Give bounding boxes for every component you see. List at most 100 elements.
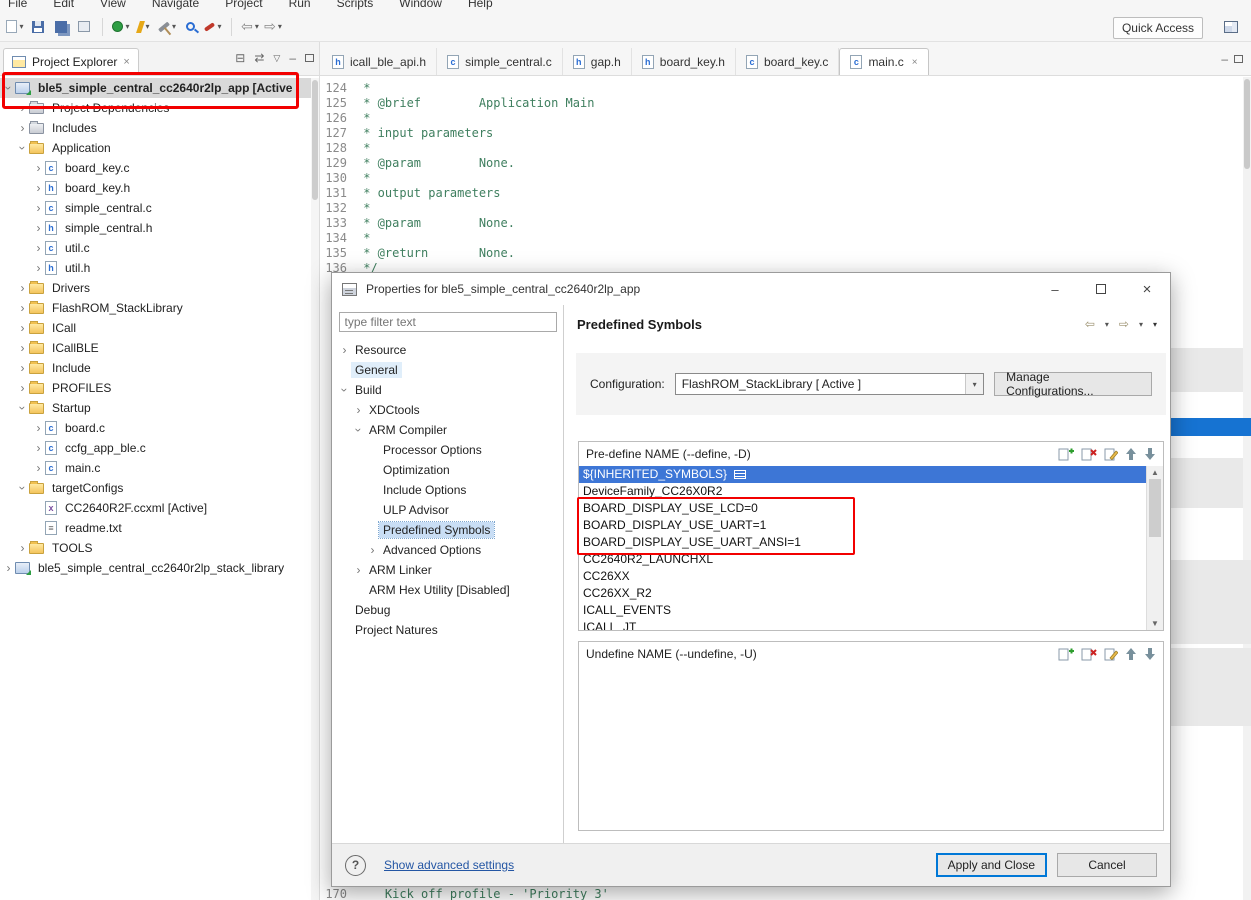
list-item[interactable]: BOARD_DISPLAY_USE_UART_ANSI=1 (579, 534, 1146, 551)
collapse-all-icon[interactable]: ⊟ (235, 51, 245, 65)
build-button[interactable]: ▾ (157, 16, 177, 38)
props-item-advanced-options[interactable]: ›Advanced Options (332, 540, 563, 560)
dropdown-icon[interactable]: ▾ (217, 22, 221, 31)
filter-input[interactable] (339, 312, 557, 332)
back-button[interactable]: ⇦▾ (240, 16, 260, 38)
scrollbar-thumb[interactable] (1244, 79, 1250, 169)
close-icon[interactable]: × (123, 56, 129, 68)
tree-item-drivers[interactable]: ›Drivers (0, 278, 319, 298)
save-all-button[interactable] (51, 16, 71, 38)
view-menu-icon[interactable]: ▽ (273, 53, 280, 64)
tab-project-explorer[interactable]: Project Explorer × (3, 48, 139, 75)
list-item[interactable]: BOARD_DISPLAY_USE_UART=1 (579, 517, 1146, 534)
tree-item-include[interactable]: ›Include (0, 358, 319, 378)
chevron-collapsed-icon[interactable]: › (32, 222, 45, 234)
manage-configurations-button[interactable]: Manage Configurations... (994, 372, 1152, 396)
tree-item-stack-library-project[interactable]: ›ble5_simple_central_cc2640r2lp_stack_li… (0, 558, 319, 578)
tree-item-project-dependencies[interactable]: ›Project Dependencies (0, 98, 319, 118)
chevron-collapsed-icon[interactable]: › (32, 162, 45, 174)
apply-and-close-button[interactable]: Apply and Close (936, 853, 1047, 877)
scrollbar-thumb[interactable] (312, 80, 318, 200)
chevron-collapsed-icon[interactable]: › (32, 442, 45, 454)
menu-window[interactable]: Window (399, 0, 442, 10)
predefine-list[interactable]: ${INHERITED_SYMBOLS} DeviceFamily_CC26X0… (579, 466, 1146, 630)
tree-item-application[interactable]: ›Application (0, 138, 319, 158)
analyze-button[interactable]: ▾ (203, 16, 223, 38)
menu-navigate[interactable]: Navigate (152, 0, 199, 10)
close-button[interactable]: × (1124, 273, 1170, 305)
chevron-collapsed-icon[interactable]: › (16, 322, 29, 334)
tree-item-ccfg-app-ble-c[interactable]: ›ccfg_app_ble.c (0, 438, 319, 458)
move-up-icon[interactable] (1125, 647, 1137, 661)
tree-item-main-c[interactable]: ›main.c (0, 458, 319, 478)
menu-edit[interactable]: Edit (53, 0, 74, 10)
props-item-arm-compiler[interactable]: ›ARM Compiler (332, 420, 563, 440)
chevron-collapsed-icon[interactable]: › (16, 362, 29, 374)
menu-view[interactable]: View (100, 0, 126, 10)
list-item[interactable]: CC26XX (579, 568, 1146, 585)
props-item-xdctools[interactable]: ›XDCtools (332, 400, 563, 420)
console-button[interactable] (74, 16, 94, 38)
chevron-collapsed-icon[interactable]: › (32, 242, 45, 254)
dropdown-icon[interactable]: ▾ (278, 22, 282, 31)
debug-button[interactable]: ▾ (111, 16, 131, 38)
menu-project[interactable]: Project (225, 0, 262, 10)
props-item-debug[interactable]: Debug (332, 600, 563, 620)
show-advanced-settings-link[interactable]: Show advanced settings (384, 858, 514, 872)
tree-item-board-c[interactable]: ›board.c (0, 418, 319, 438)
edit-symbol-icon[interactable] (1104, 447, 1118, 461)
tree-item-cc2640r2f-ccxml[interactable]: CC2640R2F.ccxml [Active] (0, 498, 319, 518)
scroll-down-icon[interactable]: ▼ (1147, 619, 1163, 628)
dropdown-icon[interactable]: ▾ (172, 22, 176, 31)
chevron-expanded-icon[interactable]: › (17, 142, 29, 155)
props-item-project-natures[interactable]: Project Natures (332, 620, 563, 640)
quick-access-button[interactable]: Quick Access (1113, 17, 1203, 39)
close-icon[interactable]: × (912, 57, 918, 68)
dropdown-icon[interactable]: ▾ (255, 22, 259, 31)
edit-symbol-icon[interactable] (1104, 647, 1118, 661)
props-item-arm-linker[interactable]: ›ARM Linker (332, 560, 563, 580)
maximize-editor-icon[interactable] (1234, 55, 1243, 63)
chevron-expanded-icon[interactable]: › (339, 384, 351, 397)
list-item[interactable]: BOARD_DISPLAY_USE_LCD=0 (579, 500, 1146, 517)
view-menu-icon[interactable]: ▾ (1153, 320, 1157, 329)
tree-item-profiles[interactable]: ›PROFILES (0, 378, 319, 398)
tree-item-simple-central-c[interactable]: ›simple_central.c (0, 198, 319, 218)
props-item-processor-options[interactable]: Processor Options (332, 440, 563, 460)
explorer-scrollbar[interactable] (311, 78, 319, 900)
menu-help[interactable]: Help (468, 0, 493, 10)
list-item[interactable]: ICALL_EVENTS (579, 602, 1146, 619)
tab-board-key-h[interactable]: board_key.h (632, 48, 736, 75)
tree-item-flashrom-stacklibrary[interactable]: ›FlashROM_StackLibrary (0, 298, 319, 318)
move-down-icon[interactable] (1144, 647, 1156, 661)
dropdown-icon[interactable]: ▾ (145, 22, 149, 31)
tree-item-simple-central-h[interactable]: ›simple_central.h (0, 218, 319, 238)
maximize-button[interactable] (1078, 273, 1124, 305)
cancel-button[interactable]: Cancel (1057, 853, 1157, 877)
tab-simple-central-c[interactable]: simple_central.c (437, 48, 563, 75)
tree-item-board-key-h[interactable]: ›board_key.h (0, 178, 319, 198)
props-item-general[interactable]: General (332, 360, 563, 380)
props-item-include-options[interactable]: Include Options (332, 480, 563, 500)
chevron-collapsed-icon[interactable]: › (32, 262, 45, 274)
help-button[interactable]: ? (345, 855, 366, 876)
chevron-expanded-icon[interactable]: › (353, 424, 365, 437)
tab-board-key-c[interactable]: board_key.c (736, 48, 839, 75)
delete-symbol-icon[interactable] (1081, 447, 1097, 461)
tree-item-util-h[interactable]: ›util.h (0, 258, 319, 278)
props-item-build[interactable]: ›Build (332, 380, 563, 400)
history-back-icon[interactable]: ⇦ (1085, 317, 1095, 331)
menu-run[interactable]: Run (289, 0, 311, 10)
tree-item-readme-txt[interactable]: readme.txt (0, 518, 319, 538)
tree-item-targetconfigs[interactable]: ›targetConfigs (0, 478, 319, 498)
tab-icall-ble-api-h[interactable]: icall_ble_api.h (322, 48, 437, 75)
chevron-collapsed-icon[interactable]: › (352, 564, 365, 576)
tab-gap-h[interactable]: gap.h (563, 48, 632, 75)
list-item[interactable]: CC26XX_R2 (579, 585, 1146, 602)
props-item-resource[interactable]: ›Resource (332, 340, 563, 360)
add-symbol-icon[interactable] (1058, 447, 1074, 461)
chevron-collapsed-icon[interactable]: › (16, 302, 29, 314)
link-with-editor-icon[interactable]: ⇄ (254, 51, 264, 65)
undefine-list[interactable] (579, 666, 1146, 830)
chevron-collapsed-icon[interactable]: › (338, 344, 351, 356)
